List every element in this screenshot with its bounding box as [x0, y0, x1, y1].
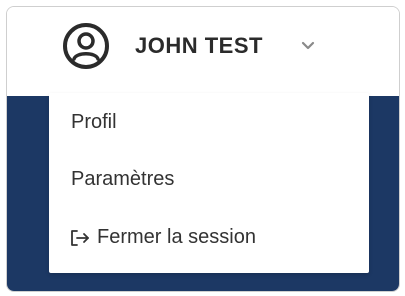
user-dropdown-menu: Profil Paramètres Fermer la session — [49, 93, 369, 273]
menu-item-label: Fermer la session — [97, 226, 256, 248]
chevron-down-icon[interactable] — [299, 37, 317, 55]
user-menu-button[interactable]: JOHN TEST — [55, 13, 375, 79]
user-circle-icon — [61, 21, 111, 71]
user-name: JOHN TEST — [135, 33, 263, 58]
app-window: JOHN TEST Profil Paramètres Fermer la se… — [6, 6, 400, 292]
menu-item-label: Paramètres — [71, 168, 175, 190]
header: JOHN TEST — [7, 7, 399, 85]
menu-item-profil[interactable]: Profil — [71, 111, 117, 134]
menu-item-label: Profil — [71, 111, 117, 133]
logout-icon — [69, 228, 91, 248]
menu-item-parametres[interactable]: Paramètres — [71, 168, 174, 191]
menu-item-logout[interactable]: Fermer la session — [69, 226, 256, 249]
